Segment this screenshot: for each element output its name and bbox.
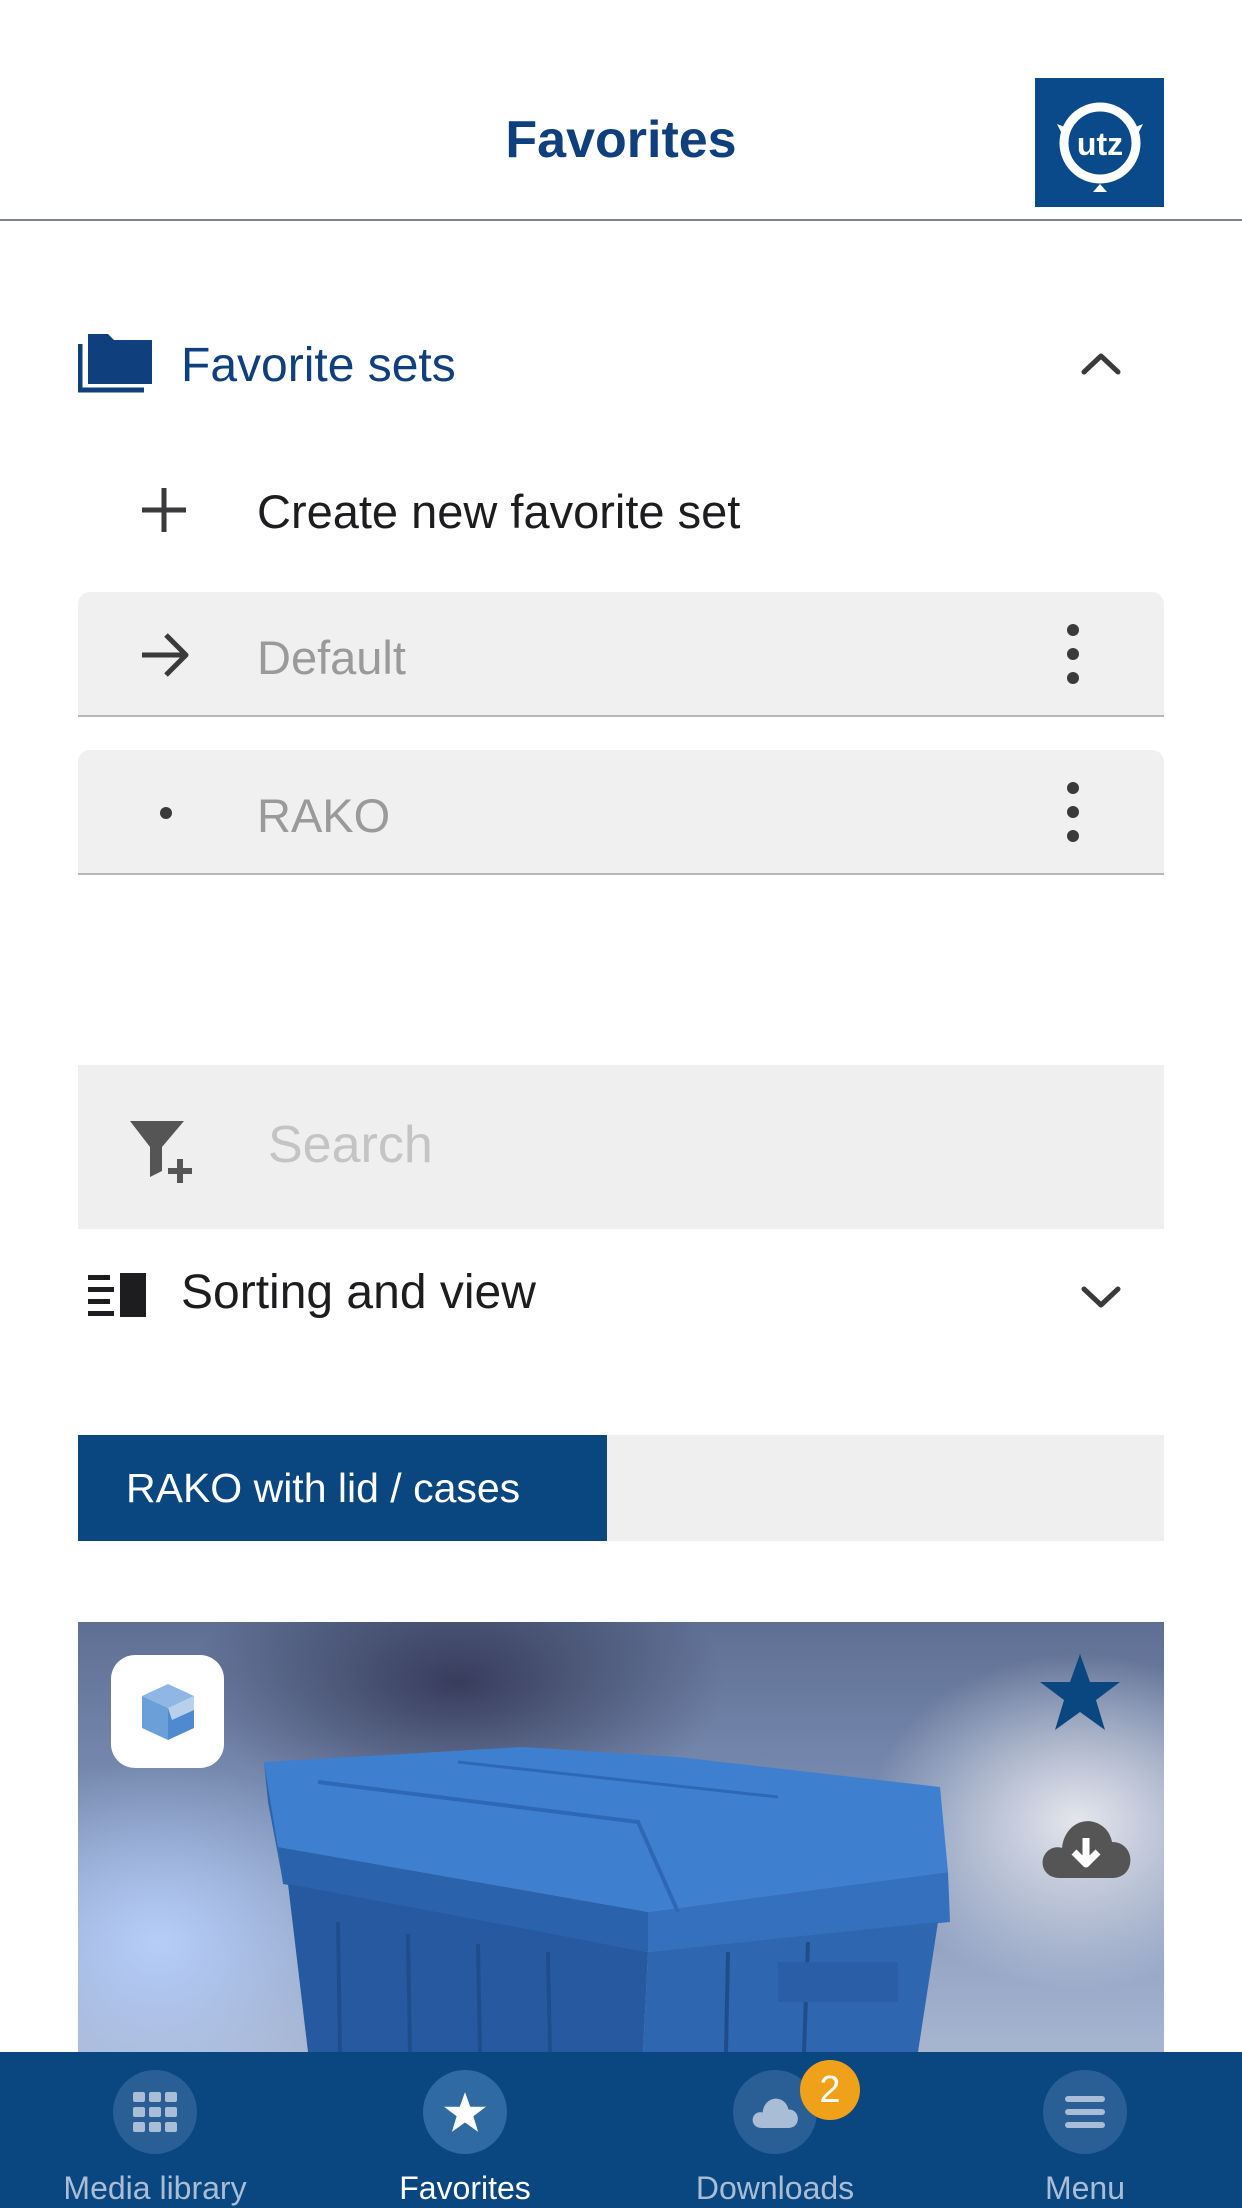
grid-icon (113, 2070, 197, 2154)
cloud-download-icon[interactable] (1040, 1812, 1132, 1882)
nav-favorites[interactable]: Favorites (310, 2052, 620, 2208)
hamburger-icon (1043, 2070, 1127, 2154)
list-view-icon (88, 1273, 146, 1317)
search-bar (78, 1065, 1164, 1229)
favorite-set-label: RAKO (257, 789, 391, 842)
plus-icon (142, 488, 186, 532)
app-header: Favorites utz (0, 0, 1242, 221)
favorite-set-item-default[interactable]: Default (78, 592, 1164, 717)
tab-rako-with-lid-cases[interactable]: RAKO with lid / cases (78, 1435, 607, 1541)
chevron-down-icon (1081, 1286, 1121, 1308)
more-vertical-icon[interactable] (1058, 622, 1088, 686)
sorting-and-view-toggle[interactable]: Sorting and view (78, 1255, 1164, 1335)
chevron-up-icon[interactable] (1078, 344, 1124, 384)
bottom-navigation: Media library Favorites 2 Downloads Menu (0, 2052, 1242, 2208)
nav-media-library[interactable]: Media library (0, 2052, 310, 2208)
svg-text:utz: utz (1076, 126, 1122, 162)
nav-downloads[interactable]: 2 Downloads (620, 2052, 930, 2208)
logo-mark-icon: utz (1056, 102, 1143, 192)
nav-label: Downloads (695, 2170, 855, 2206)
3d-view-badge[interactable] (111, 1655, 224, 1768)
product-card[interactable] (78, 1622, 1164, 2052)
favorite-set-label: Default (257, 631, 406, 684)
favorite-sets-header[interactable]: Favorite sets (78, 330, 1164, 400)
create-favorite-set-label: Create new favorite set (257, 485, 741, 538)
nav-menu[interactable]: Menu (930, 2052, 1240, 2208)
nav-label: Menu (1044, 2170, 1126, 2206)
create-favorite-set-button[interactable]: Create new favorite set (78, 470, 1164, 550)
folder-icon (78, 334, 152, 393)
nav-label: Media library (63, 2170, 247, 2206)
sorting-label: Sorting and view (181, 1266, 536, 1319)
arrow-right-icon (142, 633, 189, 677)
favorite-set-item-rako[interactable]: RAKO (78, 750, 1164, 875)
favorite-sets-title: Favorite sets (181, 339, 456, 392)
more-vertical-icon[interactable] (1058, 780, 1088, 844)
category-tabs: RAKO with lid / cases (78, 1435, 1164, 1541)
star-icon[interactable] (1038, 1652, 1122, 1732)
downloads-count-badge: 2 (800, 2060, 860, 2120)
utz-logo[interactable]: utz (1035, 78, 1164, 207)
bullet-icon (160, 807, 172, 819)
filter-add-icon[interactable] (126, 1115, 198, 1187)
product-image (264, 1747, 950, 2052)
search-input[interactable] (268, 1105, 1128, 1185)
3d-cube-icon (141, 1683, 194, 1740)
star-icon (423, 2070, 507, 2154)
nav-label: Favorites (399, 2170, 531, 2206)
